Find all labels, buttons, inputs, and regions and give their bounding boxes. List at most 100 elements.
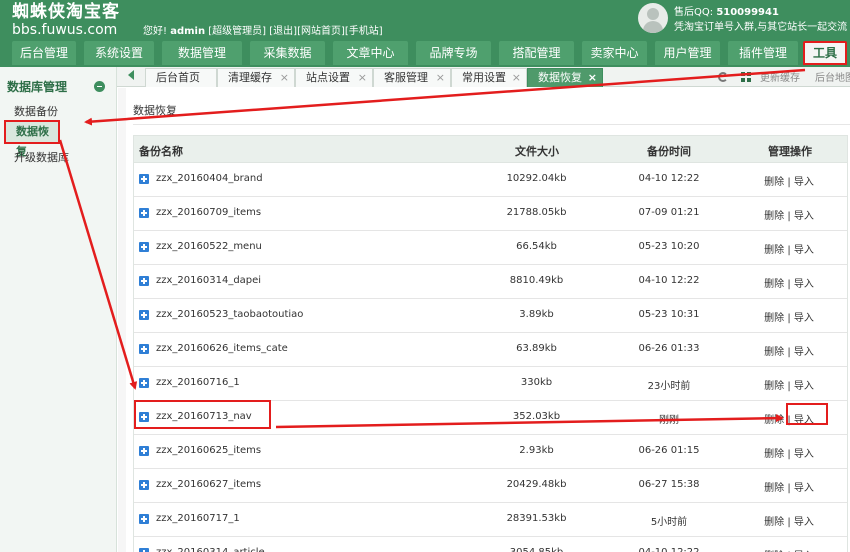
header-file-size: 文件大小 (515, 145, 559, 158)
logo-title: 蜘蛛侠淘宝客 (12, 2, 120, 22)
delete-link[interactable]: 删除 (764, 279, 784, 290)
backup-name: zzx_20160314_dapei (156, 275, 262, 286)
nav-tools[interactable]: 工具 (803, 41, 847, 65)
site-map-button[interactable]: 后台地图 (815, 69, 850, 84)
backup-time: 06-27 15:38 (638, 479, 700, 490)
delete-link[interactable]: 删除 (764, 245, 784, 256)
delete-link[interactable]: 删除 (764, 211, 784, 222)
tab-admin-home[interactable]: 后台首页 (145, 68, 217, 87)
import-link[interactable]: 导入 (794, 279, 814, 290)
tab-service-management[interactable]: 客服管理 × (373, 68, 451, 87)
backup-table: 备份名称 文件大小 备份时间 管理操作 zzx_20160404_brand 10… (133, 135, 848, 552)
delete-link[interactable]: 删除 (764, 313, 784, 324)
close-icon[interactable]: × (280, 69, 289, 86)
row-actions: 删除 | 导入 (744, 513, 834, 528)
import-link[interactable]: 导入 (794, 517, 814, 528)
expand-icon[interactable] (139, 310, 149, 320)
nav-collect-data[interactable]: 采集数据 (250, 41, 325, 65)
row-actions: 删除 | 导入 (744, 241, 834, 256)
tab-scroll-left-icon[interactable] (128, 70, 134, 80)
delete-link[interactable]: 删除 (764, 449, 784, 460)
refresh-icon[interactable] (718, 72, 728, 82)
nav-article-center[interactable]: 文章中心 (333, 41, 408, 65)
qq-label: 售后QQ: (674, 7, 714, 18)
table-row: zzx_20160709_items 21788.05kb 07-09 01:21 删… (134, 197, 847, 231)
sidebar-title: 数据库管理 (7, 80, 68, 94)
import-link[interactable]: 导入 (794, 347, 814, 358)
nav-system-settings[interactable]: 系统设置 (84, 41, 154, 65)
grid-icon[interactable] (741, 72, 751, 82)
file-size: 21788.05kb (506, 207, 567, 218)
import-link[interactable]: 导入 (794, 449, 814, 460)
op-separator: | (787, 177, 791, 188)
import-link[interactable]: 导入 (794, 381, 814, 392)
nav-user-management[interactable]: 用户管理 (655, 41, 720, 65)
backup-time: 05-23 10:20 (638, 241, 700, 252)
import-link[interactable]: 导入 (794, 245, 814, 256)
import-link[interactable]: 导入 (794, 211, 814, 222)
expand-icon[interactable] (139, 174, 149, 184)
logout-link[interactable]: [退出] (269, 26, 297, 37)
import-link[interactable]: 导入 (794, 177, 814, 188)
import-link[interactable]: 导入 (794, 483, 814, 494)
delete-link[interactable]: 删除 (764, 177, 784, 188)
site-logo[interactable]: 蜘蛛侠淘宝客 bbs.fuwus.com (12, 2, 120, 38)
delete-link[interactable]: 删除 (764, 483, 784, 494)
tab-clear-cache[interactable]: 清理缓存 × (217, 68, 295, 87)
table-row: zzx_20160625_items 2.93kb 06-26 01:15 删除 | … (134, 435, 847, 469)
nav-plugin-management[interactable]: 插件管理 (728, 41, 798, 65)
row-actions: 删除 | 导入 (744, 479, 834, 494)
file-size: 66.54kb (516, 241, 557, 252)
expand-icon[interactable] (139, 446, 149, 456)
vertical-scrollbar[interactable] (118, 88, 126, 552)
group-notice: 凭淘宝订单号入群,与其它站长一起交流 (674, 22, 848, 33)
title-divider (133, 124, 850, 125)
close-icon[interactable]: × (588, 69, 597, 86)
delete-link[interactable]: 删除 (764, 415, 784, 426)
nav-admin-home[interactable]: 后台管理 (12, 41, 76, 65)
nav-brand-special[interactable]: 品牌专场 (416, 41, 491, 65)
sidebar-item-data-restore[interactable]: 数据恢复 (4, 120, 60, 158)
import-link[interactable]: 导入 (794, 313, 814, 324)
expand-icon[interactable] (139, 480, 149, 490)
tab-site-settings[interactable]: 站点设置 × (295, 68, 373, 87)
close-icon[interactable]: × (358, 69, 367, 86)
collapse-icon[interactable] (94, 81, 105, 92)
expand-icon[interactable] (139, 208, 149, 218)
header-operations: 管理操作 (768, 145, 812, 158)
top-header: 蜘蛛侠淘宝客 bbs.fuwus.com 您好! admin [超级管理员] [… (0, 0, 850, 40)
nav-match-management[interactable]: 搭配管理 (499, 41, 574, 65)
delete-link[interactable]: 删除 (764, 381, 784, 392)
update-cache-button[interactable]: 更新缓存 (760, 69, 800, 84)
backup-time: 23小时前 (647, 381, 691, 392)
expand-icon[interactable] (139, 344, 149, 354)
nav-seller-center[interactable]: 卖家中心 (582, 41, 647, 65)
backup-time: 5小时前 (650, 517, 688, 528)
mobile-site-link[interactable]: [手机站] (345, 26, 383, 37)
expand-icon[interactable] (139, 378, 149, 388)
row-actions: 删除 | 导入 (744, 547, 834, 552)
backup-name: zzx_20160523_taobaotoutiao (156, 309, 304, 320)
delete-link[interactable]: 删除 (764, 347, 784, 358)
header-backup-name: 备份名称 (139, 145, 183, 158)
sidebar-item-data-backup[interactable]: 数据备份 (14, 103, 58, 119)
close-icon[interactable]: × (436, 69, 445, 86)
op-separator: | (787, 279, 791, 290)
logo-subtitle: bbs.fuwus.com (12, 22, 118, 38)
nav-data-management[interactable]: 数据管理 (162, 41, 242, 65)
expand-icon[interactable] (139, 548, 149, 552)
expand-icon[interactable] (139, 514, 149, 524)
close-icon[interactable]: × (512, 69, 521, 86)
file-size: 2.93kb (519, 445, 554, 456)
expand-icon[interactable] (139, 242, 149, 252)
tab-common-settings[interactable]: 常用设置 × (451, 68, 527, 87)
tab-data-restore[interactable]: 数据恢复 × (527, 68, 603, 87)
header-backup-time: 备份时间 (647, 145, 691, 158)
backup-name: zzx_20160627_items (156, 479, 262, 490)
expand-icon[interactable] (139, 276, 149, 286)
delete-link[interactable]: 删除 (764, 517, 784, 528)
site-home-link[interactable]: [网站首页] (297, 26, 345, 37)
file-size: 10292.04kb (506, 173, 567, 184)
role-link[interactable]: [超级管理员] (208, 26, 266, 37)
sidebar-item-upgrade-db[interactable]: 升级数据库 (14, 149, 69, 165)
